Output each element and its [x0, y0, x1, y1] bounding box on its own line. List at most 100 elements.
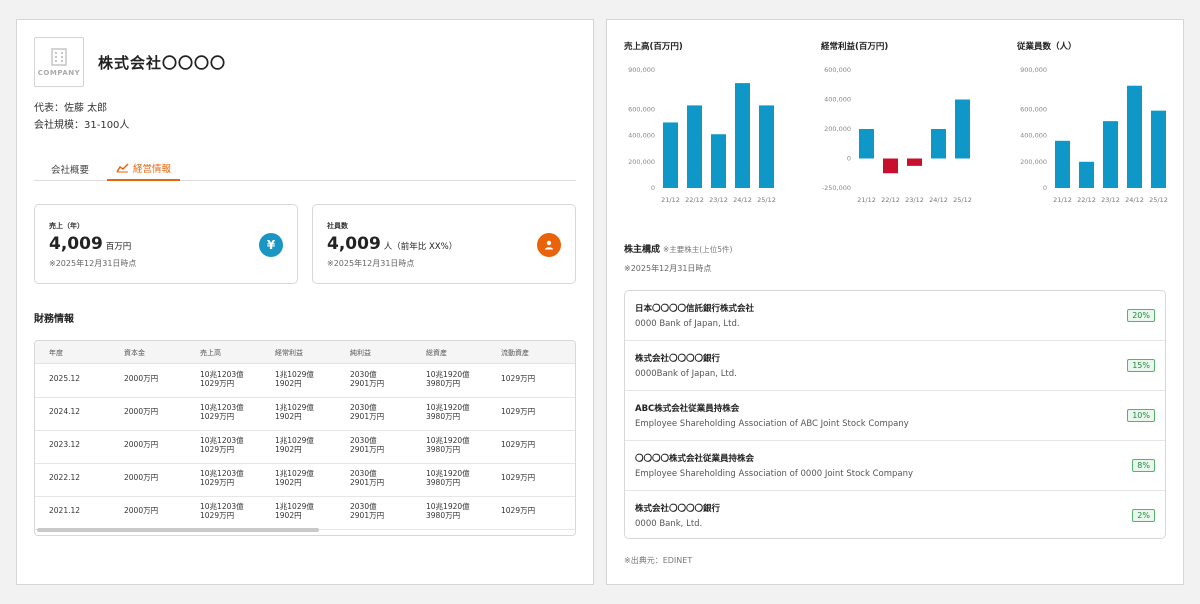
- column-header: 経常利益: [275, 349, 303, 357]
- column-header: 年度: [49, 349, 63, 357]
- shareholder-name: 〇〇〇〇株式会社従業員持株会: [635, 454, 755, 464]
- table-cell: 10兆1203億 1029万円: [200, 502, 244, 521]
- chart-title-employees: 従業員数（人）: [1017, 42, 1077, 52]
- shareholder-item[interactable]: 株式会社〇〇〇〇銀行 0000 Bank, Ltd. 2%: [625, 491, 1165, 538]
- bar-23-12[interactable]: [1103, 121, 1118, 188]
- source-note: ※出典元：EDINET: [624, 556, 693, 565]
- shareholder-item[interactable]: 日本〇〇〇〇信託銀行株式会社 0000 Bank of Japan, Ltd. 20…: [625, 291, 1165, 341]
- bar-22-12[interactable]: [1079, 161, 1094, 188]
- horizontal-scrollbar[interactable]: [37, 528, 319, 532]
- share-percent-badge: 10%: [1127, 409, 1155, 422]
- bar-21-12[interactable]: [663, 122, 678, 188]
- shareholder-english-name: 0000 Bank of Japan, Ltd.: [635, 319, 740, 329]
- table-cell: 2030億 2901万円: [350, 436, 385, 455]
- share-percent-badge: 15%: [1127, 359, 1155, 372]
- y-tick-label: 0: [1043, 184, 1047, 192]
- table-cell: 2030億 2901万円: [350, 370, 385, 389]
- y-tick-label: 600,000: [1020, 105, 1047, 113]
- bar-24-12[interactable]: [1127, 85, 1142, 188]
- finance-title: 財務情報: [34, 314, 74, 325]
- bar-21-12[interactable]: [1055, 140, 1070, 188]
- y-tick-label: 200,000: [824, 125, 851, 133]
- bar-25-12[interactable]: [1151, 110, 1166, 188]
- company-size: 会社規模：31-100人: [34, 120, 130, 131]
- bar-25-12[interactable]: [955, 99, 970, 159]
- chart-title-profit: 経常利益(百万円): [821, 42, 889, 52]
- table-cell: 1兆1029億 1902円: [275, 403, 314, 422]
- table-cell: 10兆1920億 3980万円: [426, 502, 470, 521]
- bar-24-12[interactable]: [735, 83, 750, 188]
- card-label: 売上（年）: [49, 222, 84, 230]
- shareholder-name: ABC株式会社従業員持株会: [635, 404, 740, 414]
- table-cell: 10兆1920億 3980万円: [426, 436, 470, 455]
- tab-management-info[interactable]: 経営情報: [107, 156, 180, 181]
- table-cell: 10兆1203億 1029万円: [200, 370, 244, 389]
- representative: 代表：佐藤 太郎: [34, 103, 108, 114]
- table-row: 2022.12 2000万円 10兆1203億 1029万円 1兆1029億 1902…: [35, 464, 575, 497]
- sales-card: 売上（年） 4,009 百万円 ※2025年12月31日時点 ¥: [34, 204, 298, 284]
- y-tick-label: 400,000: [1020, 132, 1047, 140]
- bar-22-12[interactable]: [687, 105, 702, 188]
- bar-23-12[interactable]: [907, 158, 922, 166]
- shareholders-date: ※2025年12月31日時点: [624, 264, 712, 273]
- building-icon: [51, 47, 67, 66]
- y-tick-label: 900,000: [1020, 66, 1047, 74]
- yen-icon: ¥: [259, 233, 283, 257]
- y-tick-label: 0: [847, 155, 851, 163]
- shareholder-item[interactable]: 株式会社〇〇〇〇銀行 0000Bank of Japan, Ltd. 15%: [625, 341, 1165, 391]
- x-tick-label: 24/12: [929, 196, 948, 204]
- employees-card: 社員数 4,009 人（前年比 XX%） ※2025年12月31日時点: [312, 204, 576, 284]
- table-cell: 2030億 2901万円: [350, 469, 385, 488]
- logo-text: COMPANY: [37, 68, 81, 77]
- table-cell: 2023.12: [49, 440, 81, 449]
- shareholder-english-name: Employee Shareholding Association of 000…: [635, 469, 914, 479]
- x-tick-label: 22/12: [1077, 196, 1096, 204]
- x-tick-label: 25/12: [1149, 196, 1168, 204]
- x-tick-label: 23/12: [905, 196, 924, 204]
- column-header: 売上高: [200, 349, 221, 357]
- column-header: 資本金: [124, 349, 145, 357]
- chart-title-sales: 売上高(百万円): [624, 42, 683, 52]
- y-tick-label: 600,000: [628, 105, 655, 113]
- shareholder-item[interactable]: 〇〇〇〇株式会社従業員持株会 Employee Shareholding Asso…: [625, 441, 1165, 491]
- x-tick-label: 23/12: [1101, 196, 1120, 204]
- company-logo: COMPANY: [34, 37, 84, 87]
- card-value: 4,009 人（前年比 XX%）: [327, 234, 458, 254]
- bar-22-12[interactable]: [883, 158, 898, 174]
- column-header: 総資産: [426, 349, 447, 357]
- table-cell: 10兆1920億 3980万円: [426, 469, 470, 488]
- x-tick-label: 22/12: [881, 196, 900, 204]
- shareholder-list: 日本〇〇〇〇信託銀行株式会社 0000 Bank of Japan, Ltd. 20…: [624, 290, 1166, 539]
- x-tick-label: 21/12: [857, 196, 876, 204]
- y-tick-label: 0: [651, 184, 655, 192]
- finance-table[interactable]: 年度 資本金 売上高 経常利益 純利益 総資産 流動資産 2025.12 2000万円 10兆1…: [34, 340, 576, 536]
- table-row: 2024.12 2000万円 10兆1203億 1029万円 1兆1029億 1902…: [35, 398, 575, 431]
- tab-company-overview[interactable]: 会社概要: [34, 156, 106, 181]
- share-percent-badge: 8%: [1132, 459, 1155, 472]
- bar-21-12[interactable]: [859, 129, 874, 159]
- column-header: 流動資産: [501, 349, 529, 357]
- y-tick-label: 900,000: [628, 66, 655, 74]
- table-cell: 2030億 2901万円: [350, 502, 385, 521]
- x-tick-label: 24/12: [1125, 196, 1144, 204]
- table-cell: 2022.12: [49, 473, 81, 482]
- table-row: 2025.12 2000万円 10兆1203億 1029万円 1兆1029億 1902…: [35, 365, 575, 398]
- company-overview-panel: COMPANY 株式会社〇〇〇〇 代表：佐藤 太郎 会社規模：31-100人 会…: [16, 19, 594, 585]
- table-header: 年度 資本金 売上高 経常利益 純利益 総資産 流動資産: [35, 341, 575, 364]
- y-tick-label: 200,000: [1020, 158, 1047, 166]
- bar-24-12[interactable]: [931, 129, 946, 159]
- table-cell: 2025.12: [49, 374, 81, 383]
- tab-label: 経営情報: [132, 163, 171, 175]
- table-cell: 10兆1920億 3980万円: [426, 370, 470, 389]
- shareholder-english-name: 0000 Bank, Ltd.: [635, 519, 703, 529]
- person-icon: [537, 233, 561, 257]
- table-cell: 2000万円: [124, 440, 159, 449]
- bar-23-12[interactable]: [711, 134, 726, 188]
- shareholder-item[interactable]: ABC株式会社従業員持株会 Employee Shareholding Assoc…: [625, 391, 1165, 441]
- table-cell: 2000万円: [124, 407, 159, 416]
- table-cell: 10兆1203億 1029万円: [200, 403, 244, 422]
- profit-bar-chart: -250,000 0 200,000 400,000 600,000 21/12 22/12…: [822, 66, 972, 204]
- table-cell: 2030億 2901万円: [350, 403, 385, 422]
- bar-25-12[interactable]: [759, 105, 774, 188]
- employees-bar-chart: 0 200,000 400,000 600,000 900,000 21/12 22/12 2…: [1020, 66, 1168, 204]
